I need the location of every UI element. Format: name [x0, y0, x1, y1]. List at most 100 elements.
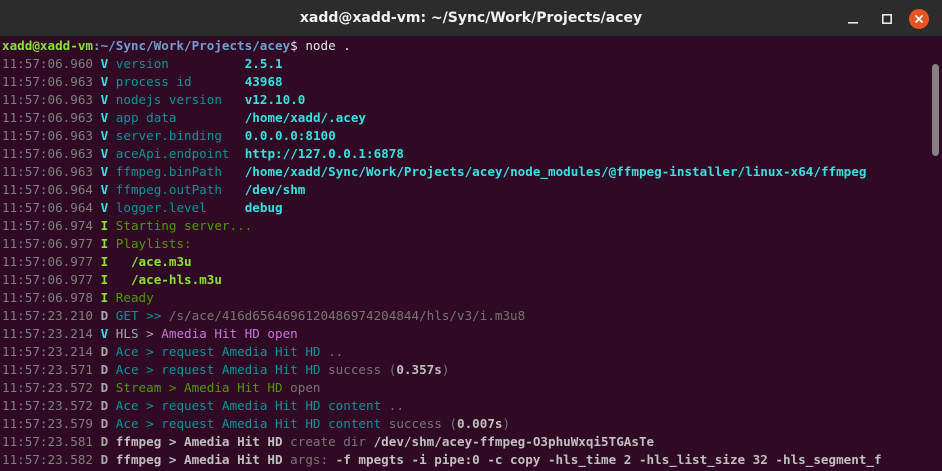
log-message: args: — [282, 452, 336, 467]
log-line: 11:57:06.963 V nodejs version v12.10.0 — [2, 91, 305, 109]
log-key: aceApi.endpoint — [115, 146, 238, 161]
log-level: I — [100, 272, 109, 287]
log-message: Ready — [115, 290, 154, 305]
log-level: D — [100, 452, 109, 467]
log-prefix: GET >> — [115, 308, 169, 323]
prompt-command: node . — [297, 38, 351, 53]
log-line: 11:57:23.581 D ffmpeg > Amedia Hit HD cr… — [2, 433, 654, 451]
log-level: V — [100, 182, 109, 197]
log-path: /dev/shm/acey-ffmpeg-O3phuWxqi5TGAsTe — [373, 434, 655, 449]
log-value: 43968 — [244, 74, 283, 89]
terminal-window: xadd@xadd-vm: ~/Sync/Work/Projects/acey … — [0, 0, 942, 471]
log-message: Amedia Hit HD open — [161, 326, 298, 341]
log-prefix: HLS > — [115, 326, 162, 341]
log-prefix: Ace > request Amedia Hit HD — [115, 362, 321, 377]
log-timestamp: 11:57:06.960 — [2, 56, 93, 71]
log-timestamp: 11:57:06.974 — [2, 218, 93, 233]
log-level: D — [100, 416, 109, 431]
log-timestamp: 11:57:23.214 — [2, 326, 93, 341]
log-timestamp: 11:57:23.214 — [2, 344, 93, 359]
log-duration: 0.007s — [456, 416, 503, 431]
log-level: D — [100, 344, 109, 359]
log-prefix: Stream > Amedia Hit HD — [115, 380, 283, 395]
log-value: /dev/shm — [244, 182, 306, 197]
playlist-item: /ace-hls.m3u — [115, 272, 222, 287]
log-key: ffmpeg.outPath — [115, 182, 238, 197]
log-line: 11:57:06.963 V ffmpeg.binPath /home/xadd… — [2, 163, 866, 181]
log-line: 11:57:06.977 I /ace.m3u — [2, 253, 192, 271]
log-line: 11:57:06.964 V logger.level debug — [2, 199, 283, 217]
log-timestamp: 11:57:06.963 — [2, 74, 93, 89]
title-bar[interactable]: xadd@xadd-vm: ~/Sync/Work/Projects/acey — [0, 0, 942, 37]
log-key: logger.level — [115, 200, 238, 215]
log-prefix: Ace > request Amedia Hit HD — [115, 344, 321, 359]
log-prefix: ffmpeg > Amedia Hit HD — [115, 452, 283, 467]
log-key: app data — [115, 110, 238, 125]
log-message: Starting server... — [115, 218, 253, 233]
log-message: Playlists: — [115, 236, 192, 251]
log-level: I — [100, 254, 109, 269]
prompt-line: xadd@xadd-vm:~/Sync/Work/Projects/acey$ … — [2, 37, 351, 55]
log-timestamp: 11:57:06.963 — [2, 128, 93, 143]
log-value: 0.0.0.0:8100 — [244, 128, 336, 143]
log-timestamp: 11:57:23.571 — [2, 362, 93, 377]
log-line: 11:57:23.572 D Ace > request Amedia Hit … — [2, 397, 404, 415]
log-level: V — [100, 110, 109, 125]
log-value: http://127.0.0.1:6878 — [244, 146, 404, 161]
log-level: D — [100, 434, 109, 449]
log-timestamp: 11:57:06.963 — [2, 92, 93, 107]
log-timestamp: 11:57:06.963 — [2, 164, 93, 179]
terminal-output[interactable]: xadd@xadd-vm:~/Sync/Work/Projects/acey$ … — [0, 37, 942, 471]
log-level: I — [100, 236, 109, 251]
log-key: server.binding — [115, 128, 238, 143]
log-key: version — [115, 56, 238, 71]
playlist-item: /ace.m3u — [115, 254, 192, 269]
log-value: /home/xadd/Sync/Work/Projects/acey/node_… — [244, 164, 867, 179]
log-timestamp: 11:57:23.210 — [2, 308, 93, 323]
log-timestamp: 11:57:06.964 — [2, 182, 93, 197]
log-timestamp: 11:57:06.963 — [2, 146, 93, 161]
log-line: 11:57:23.210 D GET >> /s/ace/416d6564696… — [2, 307, 525, 325]
log-timestamp: 11:57:23.582 — [2, 452, 93, 467]
log-level: V — [100, 56, 109, 71]
log-line: 11:57:23.214 D Ace > request Amedia Hit … — [2, 343, 343, 361]
log-line: 11:57:06.978 I Ready — [2, 289, 154, 307]
scrollbar-thumb[interactable] — [932, 64, 939, 156]
log-level: V — [100, 326, 109, 341]
log-line: 11:57:06.963 V aceApi.endpoint http://12… — [2, 145, 404, 163]
log-level: D — [100, 362, 109, 377]
log-level: V — [100, 128, 109, 143]
log-suffix: ) — [502, 416, 511, 431]
window-title: xadd@xadd-vm: ~/Sync/Work/Projects/acey — [299, 10, 643, 26]
log-line: 11:57:23.214 V HLS > Amedia Hit HD open — [2, 325, 298, 343]
minimize-button[interactable] — [843, 9, 863, 29]
log-message: success ( — [320, 362, 397, 377]
log-suffix: ) — [441, 362, 450, 377]
minimize-icon — [848, 22, 858, 24]
log-timestamp: 11:57:23.581 — [2, 434, 93, 449]
log-args: -f mpegts -i pipe:0 -c copy -hls_time 2 … — [335, 452, 882, 467]
prompt-user: xadd@xadd-vm — [2, 38, 93, 53]
log-timestamp: 11:57:06.978 — [2, 290, 93, 305]
log-timestamp: 11:57:23.572 — [2, 380, 93, 395]
maximize-button[interactable] — [877, 9, 897, 29]
log-line: 11:57:06.964 V ffmpeg.outPath /dev/shm — [2, 181, 305, 199]
log-key: ffmpeg.binPath — [115, 164, 238, 179]
maximize-icon — [882, 14, 892, 24]
log-prefix: Ace > request Amedia Hit HD content — [115, 398, 382, 413]
log-line: 11:57:06.960 V version 2.5.1 — [2, 55, 283, 73]
log-message: open — [282, 380, 321, 395]
close-button[interactable] — [909, 9, 929, 29]
log-message: .. — [381, 398, 404, 413]
log-level: D — [100, 398, 109, 413]
log-line: 11:57:23.572 D Stream > Amedia Hit HD op… — [2, 379, 321, 397]
log-prefix: ffmpeg > Amedia Hit HD — [115, 434, 283, 449]
log-level: V — [100, 146, 109, 161]
log-timestamp: 11:57:23.579 — [2, 416, 93, 431]
prompt-symbol: $ — [290, 38, 298, 53]
log-message: success ( — [381, 416, 457, 431]
log-line: 11:57:06.963 V process id 43968 — [2, 73, 283, 91]
log-line: 11:57:06.977 I Playlists: — [2, 235, 192, 253]
log-level: I — [100, 290, 109, 305]
log-level: V — [100, 74, 109, 89]
